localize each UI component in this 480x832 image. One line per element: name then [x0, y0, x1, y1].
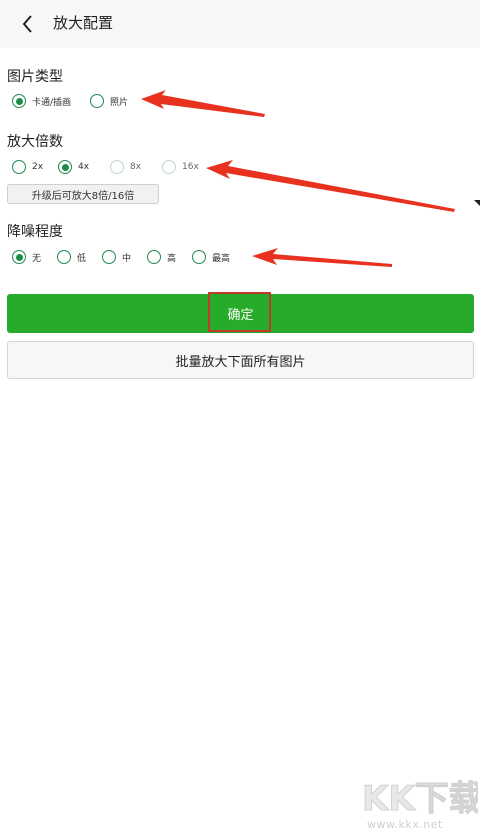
radio-denoise-max[interactable]: 最高 — [192, 247, 230, 267]
radio-label: 卡通/插画 — [32, 97, 72, 108]
batch-enlarge-button[interactable]: 批量放大下面所有图片 — [7, 341, 474, 379]
page-title: 放大配置 — [53, 14, 114, 32]
radio-label: 16x — [182, 162, 199, 172]
radio-scale-8x[interactable]: 8x — [110, 157, 141, 177]
radio-scale-4x[interactable]: 4x — [58, 157, 89, 177]
radio-label: 2x — [32, 162, 44, 172]
app-header: 放大配置 — [0, 0, 480, 48]
radio-scale-2x[interactable]: 2x — [12, 157, 43, 177]
radio-indicator — [12, 94, 26, 108]
radio-cartoon[interactable]: 卡通/插画 — [12, 91, 71, 111]
radio-scale-16x[interactable]: 16x — [162, 157, 199, 177]
scroll-indicator-icon — [474, 200, 480, 206]
annotation-arrow-image-type — [141, 90, 265, 117]
radio-indicator — [12, 250, 26, 264]
radio-label: 最高 — [212, 253, 231, 264]
radio-label: 无 — [32, 253, 42, 264]
radio-denoise-high[interactable]: 高 — [147, 247, 176, 267]
radio-denoise-medium[interactable]: 中 — [102, 247, 131, 267]
radio-indicator — [12, 160, 26, 174]
radio-indicator — [192, 250, 206, 264]
radio-indicator — [110, 160, 124, 174]
radio-photo[interactable]: 照片 — [90, 91, 128, 111]
annotation-arrow-scale — [206, 160, 455, 212]
svg-text:KK下载: KK下载 — [362, 779, 478, 818]
radio-indicator — [162, 160, 176, 174]
radio-indicator — [58, 160, 72, 174]
radio-label: 低 — [77, 253, 87, 264]
radio-label: 中 — [122, 253, 132, 264]
confirm-button[interactable]: 确定 — [7, 294, 474, 333]
scale-heading: 放大倍数 — [7, 134, 63, 150]
annotation-arrow-denoise — [252, 248, 392, 267]
radio-label: 8x — [130, 162, 142, 172]
radio-denoise-low[interactable]: 低 — [57, 247, 86, 267]
radio-indicator — [57, 250, 71, 264]
radio-denoise-none[interactable]: 无 — [12, 247, 41, 267]
radio-indicator — [102, 250, 116, 264]
radio-indicator — [147, 250, 161, 264]
watermark-url: www.kkx.net — [367, 818, 443, 831]
radio-label: 4x — [78, 162, 90, 172]
radio-indicator — [90, 94, 104, 108]
upgrade-button[interactable]: 升级后可放大8倍/16倍 — [7, 184, 159, 204]
denoise-heading: 降噪程度 — [7, 224, 63, 240]
back-arrow-icon[interactable] — [14, 10, 42, 38]
image-type-heading: 图片类型 — [7, 69, 63, 85]
radio-label: 高 — [167, 253, 177, 264]
annotation-arrows — [141, 90, 480, 267]
radio-label: 照片 — [110, 97, 129, 108]
watermark-logo: KK下载 — [362, 779, 478, 819]
